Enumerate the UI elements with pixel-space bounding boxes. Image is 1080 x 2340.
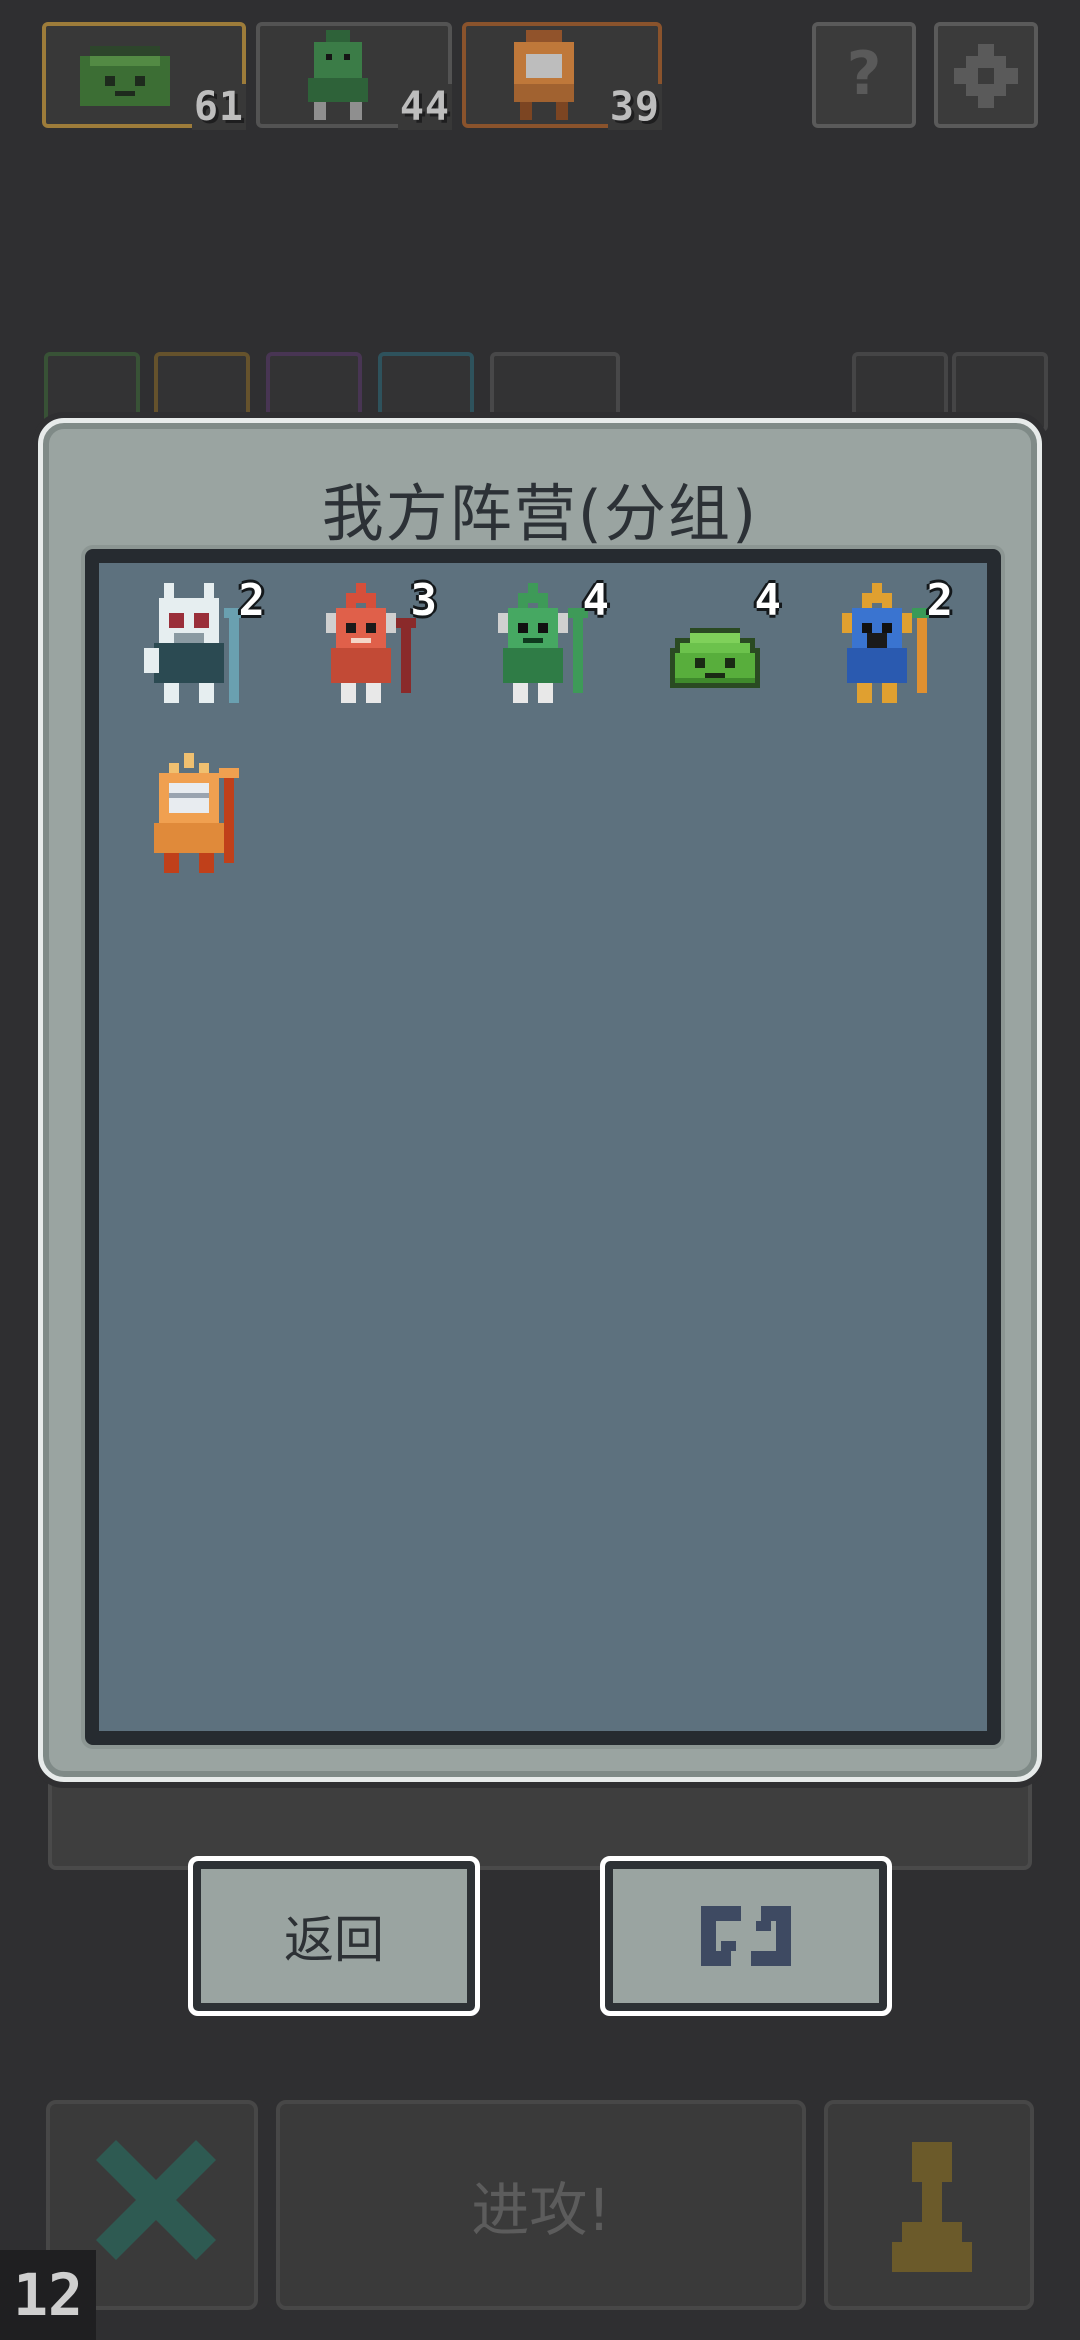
faction-count: 39	[607, 84, 662, 130]
faction-count: 61	[191, 84, 246, 130]
attack-button-label: 进攻!	[471, 2176, 611, 2244]
unit-grid: 2 3 4 4 2	[85, 549, 1001, 1745]
unit-level: 2	[238, 575, 266, 626]
attack-button[interactable]: 进攻!	[276, 2100, 806, 2310]
unit-level: 4	[582, 575, 610, 626]
help-button[interactable]: ?	[812, 22, 916, 128]
unit-green-slime[interactable]: 4	[655, 575, 781, 713]
unit-level: 2	[926, 575, 954, 626]
panel-title: 我方阵营(分组)	[321, 477, 759, 550]
piece-button[interactable]	[824, 2100, 1034, 2310]
unit-level: 3	[410, 575, 438, 626]
unit-skull-knight[interactable]: 2	[139, 575, 265, 713]
help-icon: ?	[846, 39, 882, 109]
unit-level: 4	[754, 575, 782, 626]
refresh-icon	[701, 1906, 791, 1966]
fishman-icon	[308, 30, 368, 120]
faction-count: 44	[397, 84, 452, 130]
back-button-label: 返回	[284, 1911, 384, 1969]
pawn-icon	[892, 2142, 972, 2272]
settings-button[interactable]	[934, 22, 1038, 128]
round-counter: 12	[0, 2250, 96, 2340]
dragon-icon	[514, 30, 574, 120]
gear-icon	[954, 44, 1018, 108]
faction-slime[interactable]: 61	[42, 22, 246, 130]
unit-green-fishman[interactable]: 4	[483, 575, 609, 713]
back-button[interactable]: 返回	[188, 1856, 480, 2016]
slime-icon	[80, 46, 170, 106]
refresh-button[interactable]	[600, 1856, 892, 2016]
faction-fishman[interactable]: 44	[256, 22, 452, 130]
orange-dragon-icon	[154, 753, 239, 873]
faction-dragon[interactable]: 39	[462, 22, 662, 130]
unit-blue-fishman[interactable]: 2	[827, 575, 953, 713]
faction-group-panel: 我方阵营(分组) 2 3 4 4 2	[38, 418, 1042, 1782]
unit-orange-dragon[interactable]	[139, 753, 259, 883]
unit-red-fishman[interactable]: 3	[311, 575, 437, 713]
cross-icon	[96, 2140, 216, 2260]
